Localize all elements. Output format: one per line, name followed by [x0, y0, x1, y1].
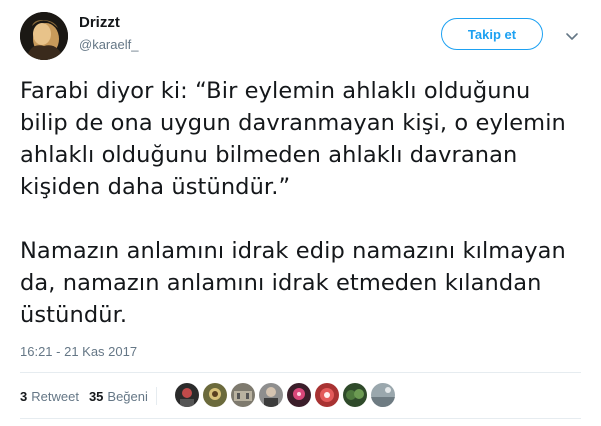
author-name[interactable]: Drizzt — [79, 14, 120, 31]
tweet-paragraph: Namazın anlamını idrak edip namazını kıl… — [20, 238, 566, 328]
stats-separator — [155, 387, 157, 405]
tweet-stats: 3 Retweet 35 Beğeni — [20, 387, 165, 405]
tweet-paragraph: Farabi diyor ki: “Bir eylemin ahlaklı ol… — [20, 78, 566, 200]
liker-avatar-icon[interactable] — [342, 382, 368, 408]
liker-avatar-icon[interactable] — [202, 382, 228, 408]
divider — [20, 418, 581, 419]
retweet-label: Retweet — [31, 388, 79, 404]
likers-avatars[interactable] — [174, 382, 398, 408]
liker-avatar-icon[interactable] — [174, 382, 200, 408]
author-handle[interactable]: @karaelf_ — [79, 37, 138, 52]
liker-avatar-icon[interactable] — [258, 382, 284, 408]
liker-avatar-icon[interactable] — [286, 382, 312, 408]
author-avatar[interactable] — [20, 12, 68, 60]
retweet-count: 3 — [20, 388, 28, 404]
tweet-timestamp[interactable]: 16:21 - 21 Kas 2017 — [20, 344, 137, 359]
tweet-text: Farabi diyor ki: “Bir eylemin ahlaklı ol… — [20, 75, 585, 331]
liker-avatar-icon[interactable] — [230, 382, 256, 408]
profile-avatar-image — [20, 12, 68, 60]
retweet-stat[interactable]: 3 Retweet — [20, 389, 79, 404]
divider — [20, 372, 581, 373]
liker-avatar-icon[interactable] — [314, 382, 340, 408]
follow-button[interactable]: Takip et — [441, 18, 543, 50]
like-stat[interactable]: 35 Beğeni — [89, 389, 148, 404]
like-label: Beğeni — [107, 388, 148, 404]
like-count: 35 — [88, 388, 104, 404]
chevron-down-icon[interactable] — [564, 28, 580, 40]
liker-avatar-icon[interactable] — [370, 382, 396, 408]
